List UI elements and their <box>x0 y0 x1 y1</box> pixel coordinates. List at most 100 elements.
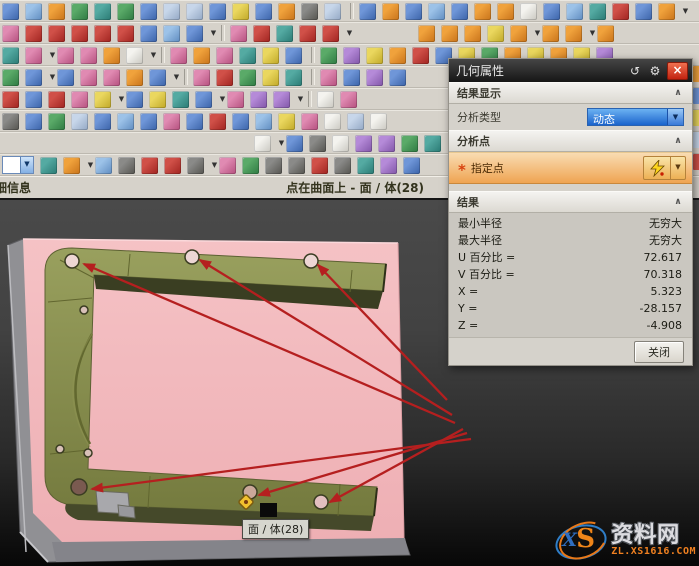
chevron-up-icon[interactable]: ∧ <box>670 197 686 207</box>
cad-tool-icon[interactable] <box>170 47 187 64</box>
frame-hole[interactable] <box>304 254 318 268</box>
cad-tool-icon[interactable] <box>103 69 120 86</box>
cad-tool-icon[interactable] <box>401 135 418 152</box>
cad-tool-icon[interactable] <box>126 91 143 108</box>
cad-tool-icon[interactable] <box>612 3 629 20</box>
cad-tool-icon[interactable] <box>2 91 19 108</box>
cad-tool-icon[interactable] <box>343 47 360 64</box>
cad-tool-icon[interactable] <box>140 25 157 42</box>
cad-tool-icon[interactable] <box>428 3 445 20</box>
cad-tool-icon[interactable] <box>497 3 514 20</box>
cad-tool-icon[interactable] <box>140 113 157 130</box>
cad-tool-icon[interactable] <box>48 25 65 42</box>
cad-tool-icon[interactable] <box>510 25 527 42</box>
cad-tool-icon[interactable] <box>164 157 181 174</box>
cad-tool-icon[interactable] <box>103 47 120 64</box>
cad-tool-icon[interactable] <box>209 3 226 20</box>
point-dialog-button[interactable] <box>643 156 671 180</box>
cad-tool-icon[interactable] <box>265 157 282 174</box>
frame-hole[interactable] <box>71 479 87 495</box>
cad-tool-icon[interactable] <box>334 157 351 174</box>
cad-tool-icon[interactable] <box>227 91 244 108</box>
cad-tool-icon[interactable] <box>520 3 537 20</box>
cad-tool-icon[interactable] <box>216 47 233 64</box>
cad-tool-icon[interactable] <box>389 47 406 64</box>
cad-tool-icon[interactable] <box>140 3 157 20</box>
cad-tool-icon[interactable] <box>40 157 57 174</box>
cad-tool-icon[interactable] <box>441 25 458 42</box>
cad-tool-icon[interactable] <box>299 25 316 42</box>
cad-tool-icon[interactable] <box>359 3 376 20</box>
cad-tool-icon[interactable] <box>25 69 42 86</box>
cad-tool-icon[interactable] <box>658 3 675 20</box>
cad-tool-icon[interactable] <box>464 25 481 42</box>
cad-tool-icon[interactable] <box>80 47 97 64</box>
chevron-down-icon[interactable]: ▼ <box>296 88 305 110</box>
chevron-down-icon[interactable]: ▼ <box>277 132 286 154</box>
cad-tool-icon[interactable] <box>474 3 491 20</box>
undo-icon[interactable]: ↺ <box>626 63 644 79</box>
cad-tool-icon[interactable] <box>57 69 74 86</box>
cad-tool-icon[interactable] <box>2 25 19 42</box>
cad-tool-icon[interactable] <box>117 113 134 130</box>
cad-tool-icon[interactable] <box>322 25 339 42</box>
cad-tool-icon[interactable] <box>63 157 80 174</box>
cad-tool-icon[interactable] <box>216 69 233 86</box>
cad-tool-icon[interactable] <box>343 69 360 86</box>
chevron-down-icon[interactable]: ▼ <box>48 44 57 66</box>
chevron-down-icon[interactable]: ▼ <box>172 66 181 88</box>
cad-tool-icon[interactable] <box>262 47 279 64</box>
cad-tool-icon[interactable] <box>239 47 256 64</box>
cad-tool-icon[interactable] <box>195 91 212 108</box>
cad-tool-icon[interactable] <box>209 113 226 130</box>
cad-tool-icon[interactable] <box>126 69 143 86</box>
cad-tool-icon[interactable] <box>57 47 74 64</box>
cad-tool-icon[interactable] <box>355 135 372 152</box>
chevron-down-icon[interactable]: ▼ <box>149 44 158 66</box>
cad-tool-icon[interactable] <box>635 3 652 20</box>
cad-tool-icon[interactable] <box>340 91 357 108</box>
cad-tool-icon[interactable] <box>566 3 583 20</box>
cad-tool-icon[interactable] <box>357 157 374 174</box>
chevron-down-icon[interactable]: ▼ <box>48 66 57 88</box>
point-options-dropdown[interactable]: ▼ <box>671 156 686 180</box>
cad-tool-icon[interactable] <box>232 3 249 20</box>
cad-tool-icon[interactable] <box>320 47 337 64</box>
cad-tool-icon[interactable] <box>317 91 334 108</box>
cad-tool-icon[interactable] <box>403 157 420 174</box>
frame-hole[interactable] <box>65 254 79 268</box>
cad-tool-icon[interactable] <box>378 135 395 152</box>
cad-tool-icon[interactable] <box>219 157 236 174</box>
section-analysis-point[interactable]: 分析点 ∧ <box>449 130 692 152</box>
cad-tool-icon[interactable] <box>163 25 180 42</box>
cad-tool-icon[interactable] <box>95 157 112 174</box>
cad-tool-icon[interactable] <box>253 25 270 42</box>
cad-tool-icon[interactable] <box>80 69 97 86</box>
cad-tool-icon[interactable] <box>193 69 210 86</box>
cad-tool-icon[interactable] <box>250 91 267 108</box>
frame-hole[interactable] <box>56 445 64 453</box>
chevron-down-icon[interactable]: ▼ <box>588 22 597 44</box>
selection-filter-combo[interactable]: ▼ <box>2 156 34 174</box>
cad-tool-icon[interactable] <box>71 3 88 20</box>
chevron-down-icon[interactable]: ▼ <box>533 22 542 44</box>
cad-tool-icon[interactable] <box>542 25 559 42</box>
chevron-up-icon[interactable]: ∧ <box>670 88 686 98</box>
cad-tool-icon[interactable] <box>418 25 435 42</box>
cad-tool-icon[interactable] <box>117 3 134 20</box>
cad-tool-icon[interactable] <box>149 69 166 86</box>
cad-tool-icon[interactable] <box>543 3 560 20</box>
cad-tool-icon[interactable] <box>172 91 189 108</box>
section-result[interactable]: 结果 ∧ <box>449 191 692 213</box>
cad-tool-icon[interactable] <box>117 25 134 42</box>
cad-tool-icon[interactable] <box>163 3 180 20</box>
cad-tool-icon[interactable] <box>286 135 303 152</box>
cad-tool-icon[interactable] <box>94 113 111 130</box>
chevron-up-icon[interactable]: ∧ <box>670 136 686 146</box>
cad-tool-icon[interactable] <box>193 47 210 64</box>
cad-tool-icon[interactable] <box>149 91 166 108</box>
cad-tool-icon[interactable] <box>370 113 387 130</box>
cad-tool-icon[interactable] <box>285 47 302 64</box>
cad-tool-icon[interactable] <box>278 113 295 130</box>
chevron-down-icon[interactable]: ▼ <box>210 154 219 176</box>
